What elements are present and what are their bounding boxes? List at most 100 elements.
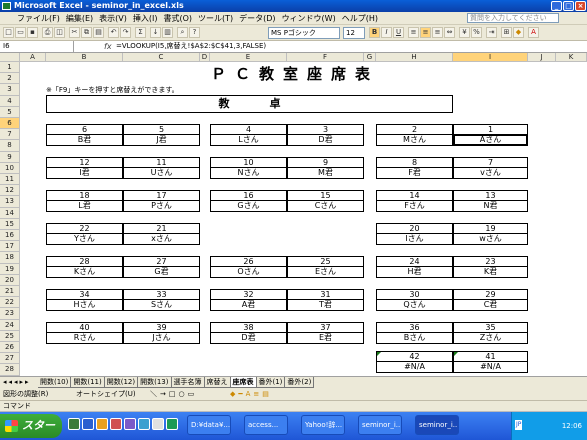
copy-icon[interactable]: ⧉ bbox=[81, 27, 92, 38]
tab-kaisu-13[interactable]: 開数(13) bbox=[138, 377, 172, 388]
tab-seat-change[interactable]: 席替え bbox=[204, 377, 231, 388]
percent-icon[interactable]: % bbox=[471, 27, 482, 38]
menu-view[interactable]: 表示(V) bbox=[96, 13, 130, 24]
maximize-button[interactable]: □ bbox=[563, 1, 574, 11]
seat-student-name[interactable]: D君 bbox=[288, 135, 363, 145]
zoom-icon[interactable]: ⌕ bbox=[177, 27, 188, 38]
seat-student-name[interactable]: Hさん bbox=[47, 300, 122, 310]
menu-tools[interactable]: ツール(T) bbox=[195, 13, 236, 24]
row-header[interactable]: 13 bbox=[0, 196, 20, 208]
task-button-explorer[interactable]: D:¥data¥... bbox=[187, 415, 231, 435]
shape-tools-icon[interactable]: ＼→□○▭ bbox=[150, 388, 197, 400]
menu-window[interactable]: ウィンドウ(W) bbox=[279, 13, 339, 24]
row-header[interactable]: 4 bbox=[0, 95, 20, 107]
quicklaunch-ie-icon[interactable] bbox=[82, 418, 94, 430]
seat-student-name[interactable]: Pさん bbox=[124, 201, 199, 211]
tab-roster[interactable]: 選手名簿 bbox=[171, 377, 205, 388]
align-left-icon[interactable]: ≡ bbox=[408, 27, 419, 38]
close-button[interactable]: × bbox=[575, 1, 586, 11]
tab-extra-1[interactable]: 番外(1) bbox=[256, 377, 286, 388]
row-header[interactable]: 17 bbox=[0, 241, 20, 253]
quicklaunch-access-icon[interactable] bbox=[110, 418, 122, 430]
row-header[interactable]: 18 bbox=[0, 252, 20, 264]
seat-student-name[interactable]: J君 bbox=[124, 135, 199, 145]
column-header-a[interactable]: A bbox=[20, 53, 46, 62]
seat-student-name[interactable]: B君 bbox=[47, 135, 122, 145]
seat-student-name[interactable]: K君 bbox=[454, 267, 527, 277]
column-header-g[interactable]: G bbox=[364, 53, 376, 62]
seat-student-name[interactable]: T君 bbox=[288, 300, 363, 310]
name-box[interactable]: I6 bbox=[0, 41, 74, 53]
font-size-select[interactable]: 12 bbox=[343, 27, 365, 39]
row-header[interactable]: 24 bbox=[0, 319, 20, 331]
seat-student-name[interactable]: N君 bbox=[454, 201, 527, 211]
align-center-icon[interactable]: ≡ bbox=[420, 27, 431, 38]
row-header[interactable]: 27 bbox=[0, 353, 20, 365]
row-header[interactable]: 1 bbox=[0, 62, 20, 74]
row-header[interactable]: 20 bbox=[0, 274, 20, 286]
column-header-i[interactable]: I bbox=[453, 53, 528, 62]
draw-menu-button[interactable]: 図形の調整(R) bbox=[3, 388, 48, 400]
seat-student-name[interactable]: Yさん bbox=[47, 234, 122, 244]
quicklaunch-other-icon[interactable] bbox=[166, 418, 178, 430]
seat-student-name[interactable]: Kさん bbox=[47, 267, 122, 277]
tab-seating-chart[interactable]: 座席表 bbox=[230, 377, 257, 388]
ime-indicator[interactable]: JP bbox=[515, 420, 523, 430]
seat-student-name[interactable]: wさん bbox=[454, 234, 527, 244]
seat-student-name[interactable]: C君 bbox=[454, 300, 527, 310]
row-header[interactable]: 7 bbox=[0, 129, 20, 141]
seat-student-name[interactable]: Sさん bbox=[124, 300, 199, 310]
row-header[interactable]: 12 bbox=[0, 185, 20, 197]
start-button[interactable]: スタート bbox=[0, 414, 62, 438]
task-button-seminor-2[interactable]: seminor_i... bbox=[415, 415, 459, 435]
quicklaunch-desktop-icon[interactable] bbox=[138, 418, 150, 430]
new-icon[interactable]: □ bbox=[3, 27, 14, 38]
seat-student-name[interactable]: Bさん bbox=[377, 333, 452, 343]
quicklaunch-folder-icon[interactable] bbox=[96, 418, 108, 430]
preview-icon[interactable]: ◫ bbox=[54, 27, 65, 38]
row-header[interactable]: 22 bbox=[0, 297, 20, 309]
row-header[interactable]: 14 bbox=[0, 207, 20, 219]
row-header[interactable]: 3 bbox=[0, 84, 20, 96]
tab-kaisu-10[interactable]: 開数(10) bbox=[38, 377, 72, 388]
fill-color-icon[interactable]: ◆ bbox=[513, 27, 524, 38]
font-name-select[interactable]: MS Pゴシック bbox=[268, 27, 340, 39]
currency-icon[interactable]: ¥ bbox=[459, 27, 470, 38]
open-icon[interactable]: ▭ bbox=[15, 27, 26, 38]
help-icon[interactable]: ? bbox=[189, 27, 200, 38]
seat-student-name[interactable]: Cさん bbox=[288, 201, 363, 211]
autoshape-menu-button[interactable]: オートシェイプ(U) bbox=[76, 388, 136, 400]
row-header[interactable]: 23 bbox=[0, 308, 20, 320]
column-header-d[interactable]: D bbox=[200, 53, 210, 62]
seat-student-name[interactable]: Rさん bbox=[47, 333, 122, 343]
formula-input[interactable]: =VLOOKUP(I5,席替え!$A$2:$C$41,3,FALSE) bbox=[116, 41, 266, 52]
align-right-icon[interactable]: ≡ bbox=[432, 27, 443, 38]
quicklaunch-excel-icon[interactable] bbox=[68, 418, 80, 430]
tab-kaisu-11[interactable]: 開数(11) bbox=[71, 377, 105, 388]
worksheet[interactable]: A B C D E F G H I J K 1 2 3 4 5 6 7 8 9 10 11 12 13 1… bbox=[0, 53, 587, 376]
column-header-b[interactable]: B bbox=[46, 53, 123, 62]
underline-button[interactable]: U bbox=[393, 27, 404, 38]
seat-student-name[interactable]: Oさん bbox=[211, 267, 286, 277]
seat-student-name[interactable]: D君 bbox=[211, 333, 286, 343]
column-header-f[interactable]: F bbox=[287, 53, 364, 62]
menu-file[interactable]: ファイル(F) bbox=[14, 13, 63, 24]
row-header[interactable]: 28 bbox=[0, 364, 20, 376]
row-header[interactable]: 25 bbox=[0, 330, 20, 342]
seat-student-name[interactable]: Uさん bbox=[124, 168, 199, 178]
seat-student-name[interactable]: Lさん bbox=[211, 135, 286, 145]
seat-student-name[interactable]: L君 bbox=[47, 201, 122, 211]
paste-icon[interactable]: ▤ bbox=[93, 27, 104, 38]
menu-format[interactable]: 書式(O) bbox=[160, 13, 195, 24]
row-header[interactable]: 6 bbox=[0, 118, 20, 130]
seat-student-name[interactable]: Eさん bbox=[288, 267, 363, 277]
tab-scroll-arrows-icon[interactable]: ◂◂◂▸▸ bbox=[3, 378, 31, 386]
task-button-yahoo[interactable]: Yahoo!辞... bbox=[301, 415, 345, 435]
seat-student-name[interactable]: Mさん bbox=[377, 135, 452, 145]
seat-student-name[interactable]: E君 bbox=[288, 333, 363, 343]
merge-center-icon[interactable]: ⇔ bbox=[444, 27, 455, 38]
seat-student-name[interactable]: xさん bbox=[124, 234, 199, 244]
seat-student-name[interactable]: H君 bbox=[377, 267, 452, 277]
row-header[interactable]: 10 bbox=[0, 162, 20, 174]
column-header-j[interactable]: J bbox=[528, 53, 556, 62]
